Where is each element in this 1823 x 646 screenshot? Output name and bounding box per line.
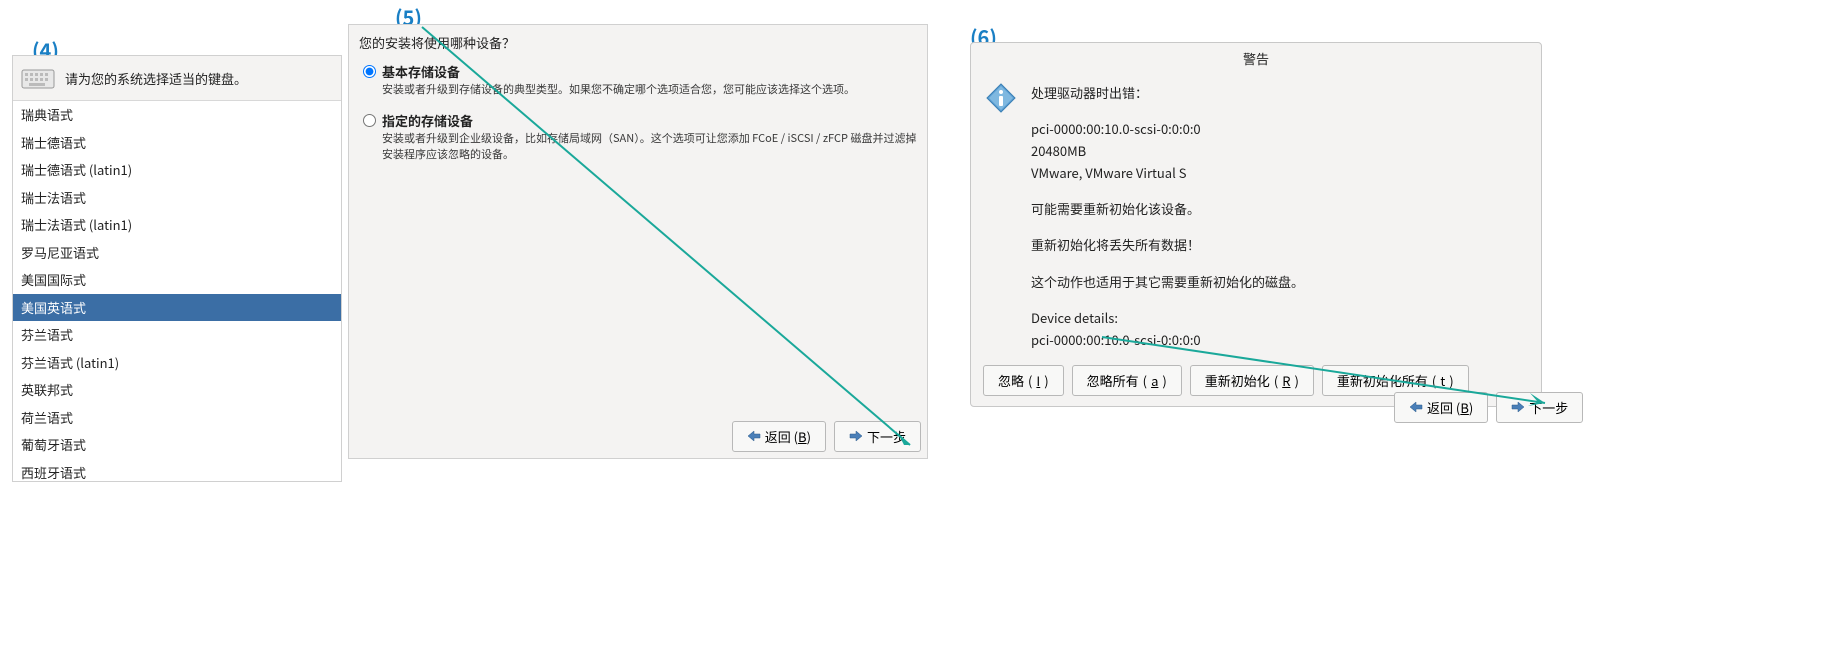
keyboard-list-item[interactable]: 美国国际式: [13, 266, 341, 294]
back-button[interactable]: 返回 (B): [732, 421, 826, 452]
storage-specialized-title: 指定的存储设备: [382, 111, 917, 130]
storage-basic-title: 基本存储设备: [382, 62, 855, 81]
keyboard-icon: [21, 66, 55, 90]
back-button-label: 返回 (B): [765, 427, 811, 446]
arrow-right-icon: [1511, 398, 1525, 417]
warning-line-1: 处理驱动器时出错：: [1031, 82, 1304, 104]
storage-specialized-desc: 安装或者升级到企业级设备，比如存储局域网（SAN）。这个选项可让您添加 FCoE…: [382, 131, 917, 162]
storage-basic-desc: 安装或者升级到存储设备的典型类型。如果您不确定哪个选项适合您，您可能应该选择这个…: [382, 82, 855, 97]
ignore-button[interactable]: 忽略 (I): [983, 365, 1064, 396]
keyboard-list-item[interactable]: 芬兰语式 (latin1): [13, 349, 341, 377]
panel6-back-button[interactable]: 返回 (B): [1394, 392, 1488, 423]
panel6-nav-buttons: 返回 (B) 下一步: [1394, 392, 1583, 423]
warning-line-2: pci-0000:00:10.0-scsi-0:0:0:0: [1031, 118, 1304, 140]
arrow-right-icon: [849, 427, 863, 446]
keyboard-list-item[interactable]: 瑞士德语式 (latin1): [13, 156, 341, 184]
keyboard-list-item[interactable]: 美国英语式: [13, 294, 341, 322]
warning-line-3: 20480MB: [1031, 140, 1304, 162]
storage-question: 您的安装将使用哪种设备？: [359, 33, 917, 52]
keyboard-list-item[interactable]: 瑞典语式: [13, 101, 341, 129]
warning-line-4: VMware, VMware Virtual S: [1031, 162, 1304, 184]
storage-option-specialized[interactable]: 指定的存储设备 安装或者升级到企业级设备，比如存储局域网（SAN）。这个选项可让…: [363, 109, 917, 164]
next-button-label: 下一步: [867, 427, 906, 446]
keyboard-list-item[interactable]: 芬兰语式: [13, 321, 341, 349]
storage-radio-specialized[interactable]: [363, 114, 376, 127]
keyboard-list-item[interactable]: 罗马尼亚语式: [13, 239, 341, 267]
warning-line-5: 可能需要重新初始化该设备。: [1031, 198, 1304, 220]
warning-line-7: 这个动作也适用于其它需要重新初始化的磁盘。: [1031, 271, 1304, 293]
storage-option-basic[interactable]: 基本存储设备 安装或者升级到存储设备的典型类型。如果您不确定哪个选项适合您，您可…: [363, 60, 917, 99]
keyboard-list-item[interactable]: 葡萄牙语式: [13, 431, 341, 459]
warning-text: 处理驱动器时出错： pci-0000:00:10.0-scsi-0:0:0:0 …: [1031, 82, 1304, 351]
panel6-next-button[interactable]: 下一步: [1496, 392, 1583, 423]
keyboard-list-item[interactable]: 西班牙语式: [13, 459, 341, 482]
warning-line-6: 重新初始化将丢失所有数据！: [1031, 234, 1304, 256]
keyboard-selection-panel: 请为您的系统选择适当的键盘。 瑞典语式瑞士德语式瑞士德语式 (latin1)瑞士…: [12, 55, 342, 482]
keyboard-list-item[interactable]: 瑞士法语式: [13, 184, 341, 212]
warning-line-8: Device details:: [1031, 307, 1304, 329]
panel6-next-label: 下一步: [1529, 398, 1568, 417]
keyboard-list-item[interactable]: 荷兰语式: [13, 404, 341, 432]
keyboard-list[interactable]: 瑞典语式瑞士德语式瑞士德语式 (latin1)瑞士法语式瑞士法语式 (latin…: [13, 101, 341, 481]
warning-dialog: 警告 处理驱动器时出错： pci-0000:00:10.0-scsi-0:0:0…: [970, 42, 1542, 407]
next-button[interactable]: 下一步: [834, 421, 921, 452]
panel6-back-label: 返回 (B): [1427, 398, 1473, 417]
keyboard-header: 请为您的系统选择适当的键盘。: [13, 56, 341, 101]
warning-line-9: pci-0000:00:10.0-scsi-0:0:0:0: [1031, 329, 1304, 351]
info-icon: [985, 82, 1017, 114]
arrow-left-icon: [747, 427, 761, 446]
keyboard-list-item[interactable]: 英联邦式: [13, 376, 341, 404]
keyboard-list-item[interactable]: 瑞士法语式 (latin1): [13, 211, 341, 239]
keyboard-list-item[interactable]: 瑞士德语式: [13, 129, 341, 157]
ignore-all-button[interactable]: 忽略所有 (a): [1072, 365, 1182, 396]
storage-radio-basic[interactable]: [363, 65, 376, 78]
keyboard-header-text: 请为您的系统选择适当的键盘。: [65, 69, 247, 88]
reinitialize-button[interactable]: 重新初始化 (R): [1190, 365, 1314, 396]
arrow-left-icon: [1409, 398, 1423, 417]
storage-selection-panel: 您的安装将使用哪种设备？ 基本存储设备 安装或者升级到存储设备的典型类型。如果您…: [348, 24, 928, 459]
warning-title: 警告: [971, 43, 1541, 74]
